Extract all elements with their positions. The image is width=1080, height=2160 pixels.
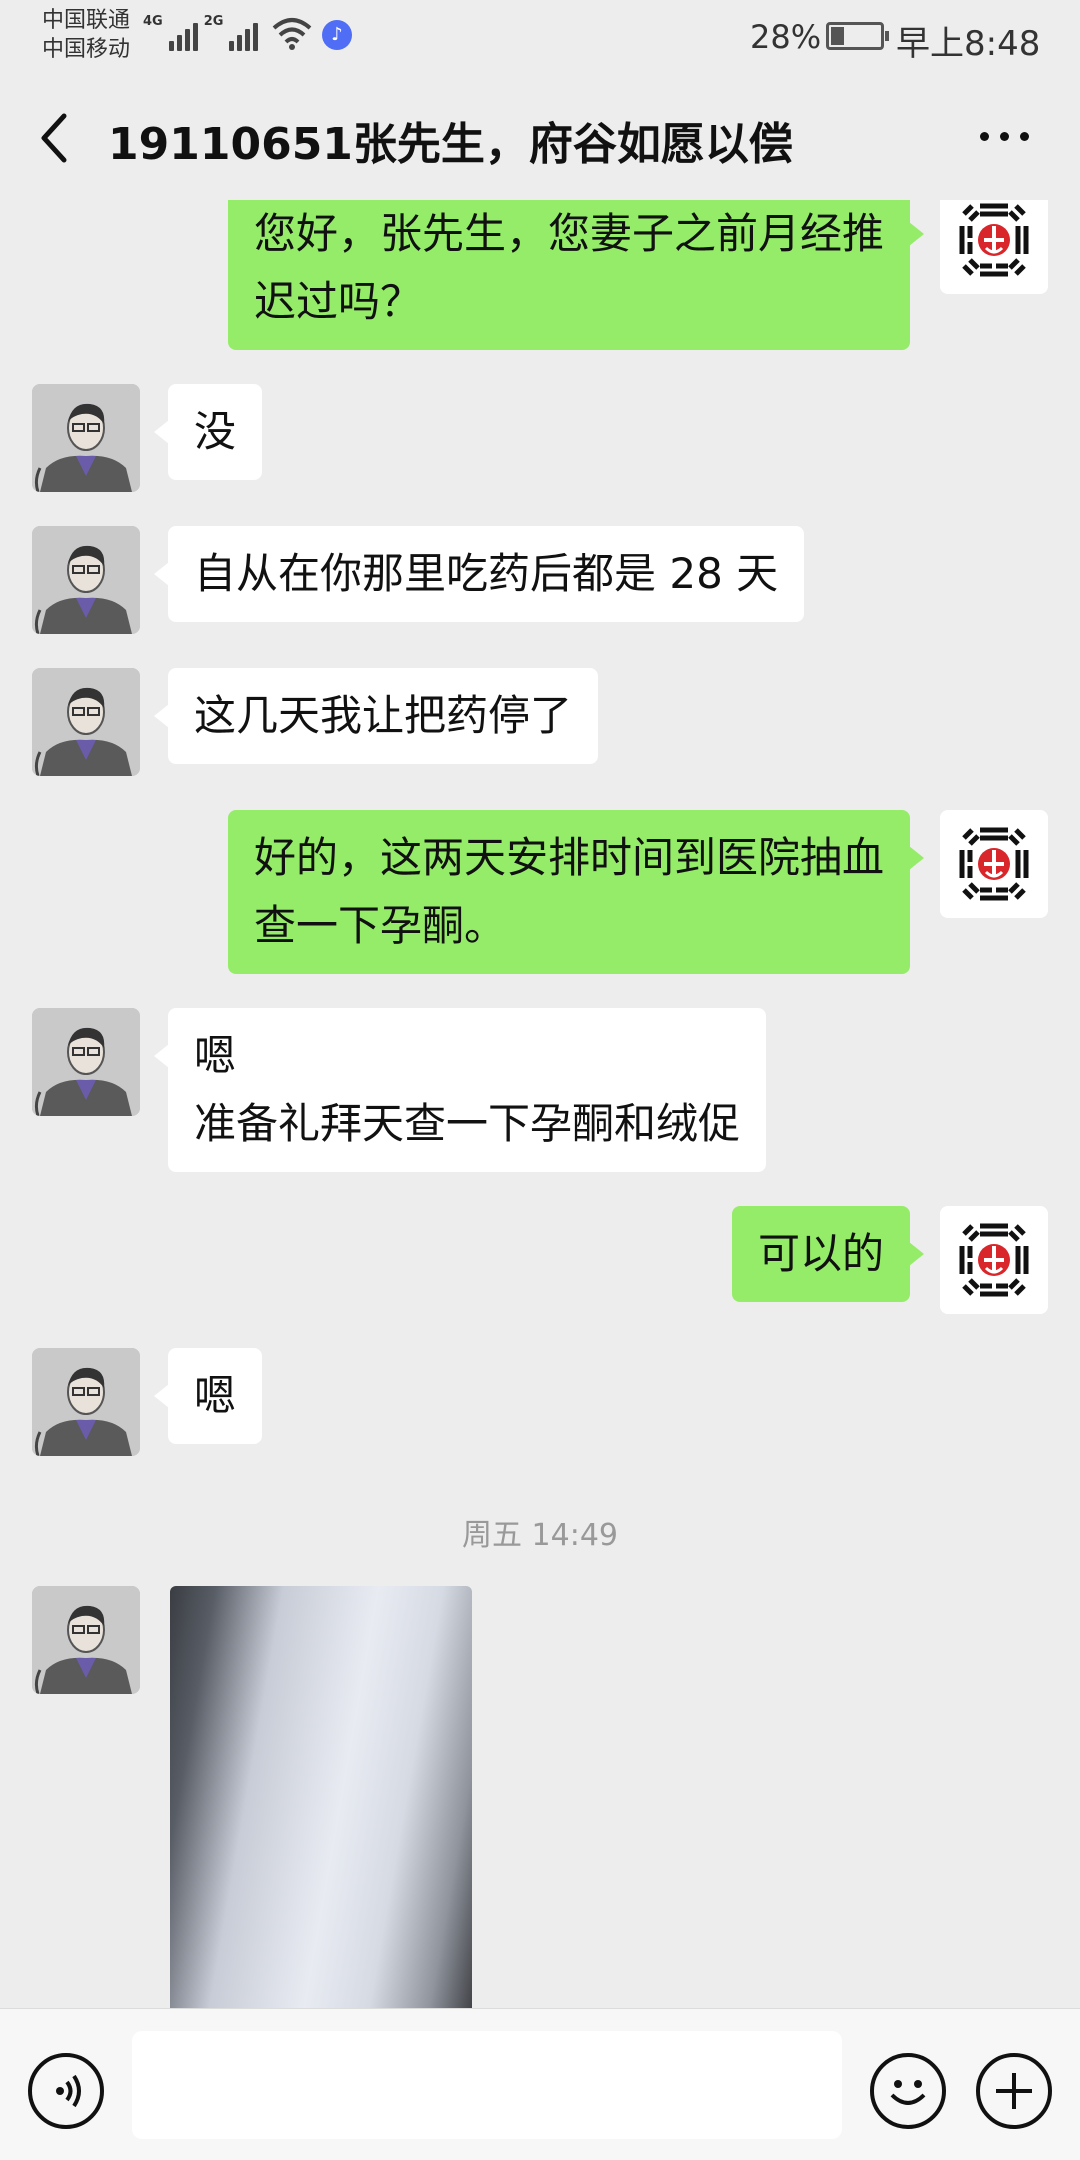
contact-avatar[interactable] [32,526,140,634]
contact-avatar[interactable] [32,1586,140,1694]
contact-avatar[interactable] [32,384,140,492]
message-text: 查一下孕酮。 [253,901,506,950]
my-avatar[interactable] [940,810,1048,918]
network-type-2: 2G [203,14,224,29]
message-bubble[interactable]: 没 [153,384,263,480]
contact-avatar[interactable] [32,1348,140,1456]
message-text: 自从在你那里吃药后都是 28 天 [194,549,779,598]
photo-message[interactable] [170,1586,472,2008]
chat-title: 19110651张先生，府谷如愿以偿 [108,119,793,170]
contact-avatar[interactable] [32,668,140,776]
message-timestamp: 周五 14:49 [462,1518,618,1553]
contact-avatar-icon [32,384,140,492]
message-text: 准备礼拜天查一下孕酮和绒促 [194,1099,741,1148]
bagua-logo-icon [940,810,1048,918]
chevron-left-icon[interactable] [34,110,74,166]
input-bar [0,2008,1080,2160]
music-notification-icon: ♪ [322,20,352,50]
battery-percent: 28% [750,18,822,56]
message-bubble[interactable]: 可以的 [731,1206,925,1302]
carrier-1: 中国联通 [42,8,131,33]
emoji-icon [890,2080,926,2105]
message-text: 嗯 [194,1371,237,1420]
more-dots-icon[interactable] [976,126,1032,146]
message-text: 迟过吗？ [253,277,422,326]
contact-avatar[interactable] [32,1008,140,1116]
message-text: 可以的 [757,1229,884,1278]
emoji-button[interactable] [870,2053,946,2129]
message-text: 您好，张先生，您妻子之前月经推 [253,209,884,258]
battery-icon [826,22,889,50]
contact-avatar-icon [32,1586,140,1694]
message-bubble[interactable]: 这几天我让把药停了 [153,668,599,764]
signal-group: 4G 2G [143,14,259,51]
voice-button[interactable] [28,2053,104,2129]
carrier-2: 中国移动 [42,37,131,62]
status-bar: 中国联通 中国移动 4G 2G ♪ 28% 早上8:48 [0,0,1080,70]
signal-icon [168,15,198,51]
contact-avatar-icon [32,526,140,634]
plus-button[interactable] [976,2053,1052,2129]
message-text: 没 [194,407,237,456]
network-type-1: 4G [143,14,163,29]
message-list[interactable]: 您好，张先生，您妻子之前月经推 迟过吗？ 没 自从在你那里吃药后都是 28 天 这… [0,200,1080,2008]
my-avatar[interactable] [940,200,1048,294]
message-bubble[interactable]: 嗯 [153,1348,263,1444]
contact-avatar-icon [32,1348,140,1456]
signal-icon [229,15,259,51]
my-avatar[interactable] [940,1206,1048,1314]
contact-avatar-icon [32,1008,140,1116]
message-bubble[interactable]: 好的，这两天安排时间到医院抽血 查一下孕酮。 [227,810,925,974]
bagua-logo-icon [940,1206,1048,1314]
message-text: 这几天我让把药停了 [194,691,573,740]
voice-icon [56,2074,81,2108]
plus-icon [996,2073,1032,2109]
contact-avatar-icon [32,668,140,776]
message-bubble[interactable]: 嗯准备礼拜天查一下孕酮和绒促 [153,1008,767,1172]
clock: 早上8:48 [896,24,1041,64]
message-text: 嗯 [194,1031,237,1080]
message-bubble[interactable]: 您好，张先生，您妻子之前月经推 迟过吗？ [227,200,925,350]
chat-header: 19110651张先生，府谷如愿以偿 [0,70,1080,200]
wifi-icon [272,18,312,50]
message-text: 好的，这两天安排时间到医院抽血 [253,833,884,882]
message-bubble[interactable]: 自从在你那里吃药后都是 28 天 [153,526,805,622]
message-input[interactable] [132,2031,842,2139]
bagua-logo-icon [940,200,1048,294]
carrier-info: 中国联通 中国移动 [42,6,130,64]
battery-fill [831,27,845,45]
